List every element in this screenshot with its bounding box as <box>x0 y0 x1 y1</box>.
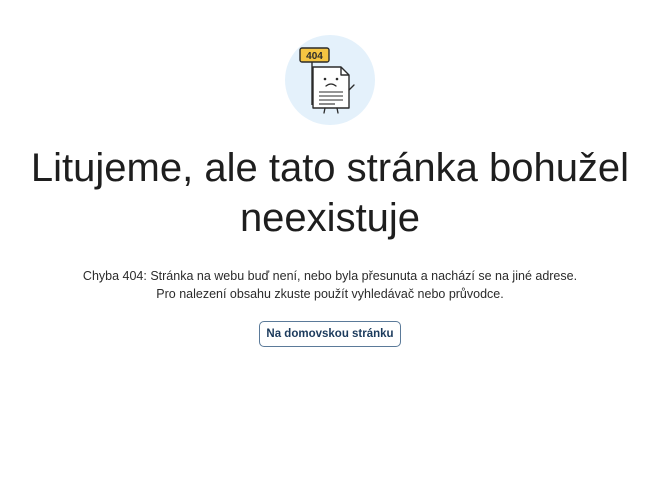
right-leg <box>336 107 339 114</box>
right-eye <box>335 77 339 81</box>
error-description: Chyba 404: Stránka na webu buď není, neb… <box>83 267 577 303</box>
document-sheet <box>312 66 350 109</box>
page-not-found-404-icon: 404 <box>299 47 355 114</box>
error-description-line: Chyba 404: Stránka na webu buď není, neb… <box>82 269 578 283</box>
home-page-button[interactable]: Na domovskou stránku <box>259 321 401 347</box>
page-title: Litujeme, ale tato stránka bohužel neexi… <box>30 146 630 240</box>
sign-text: 404 <box>306 51 323 62</box>
left-eye <box>323 77 327 81</box>
not-found-illustration: 404 <box>285 35 375 125</box>
error-description-line: Pro nalezení obsahu zkuste použít vyhled… <box>156 287 504 301</box>
left-leg <box>323 107 326 114</box>
error-page: 404 Litujeme, ale tato stránka bohužel n… <box>0 0 660 500</box>
right-arm <box>348 84 355 91</box>
